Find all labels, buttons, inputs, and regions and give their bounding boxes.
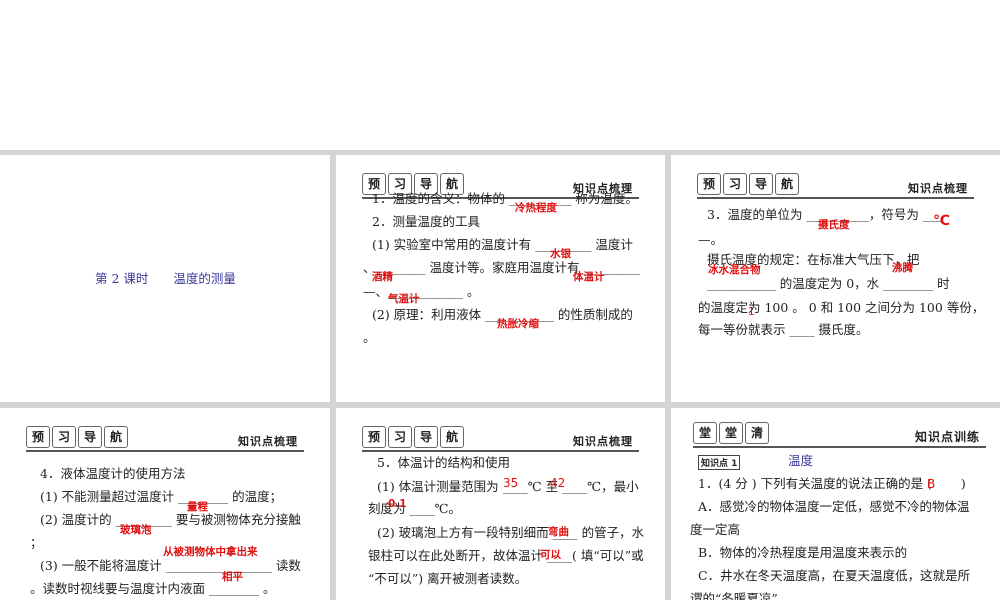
answer: 35	[503, 476, 519, 490]
answer: 体温计	[573, 271, 605, 283]
answer: 冰水混合物	[708, 264, 761, 276]
slide-2[interactable]: 预习导航 知识点梳理 1．温度的含义：物体的 __________ 称为温度。 …	[336, 155, 665, 402]
answer: 沸腾	[892, 262, 913, 274]
text-line: (3) 一般不能将温度计 _________________ 读数	[40, 558, 301, 573]
section-label: 知识点梳理	[908, 182, 968, 195]
answer: 1	[748, 306, 755, 318]
preview-badge: 预习导航	[362, 426, 466, 448]
option-a[interactable]: A．感觉冷的物体温度一定低，感觉不冷的物体温	[698, 498, 970, 516]
topic-title: 温度	[788, 453, 814, 468]
badge-char: 堂	[719, 422, 743, 444]
answer: 水银	[550, 248, 571, 260]
text-line: 的温度定为 100 。 0 和 100 之间分为 100 等份，	[698, 300, 985, 315]
text-line: —。	[698, 232, 724, 247]
badge-char: 导	[414, 426, 438, 448]
answer: B	[927, 477, 936, 491]
slide-1-title[interactable]: 第 2 课时 温度的测量	[0, 155, 330, 402]
answer: 从被测物体中拿出来	[163, 546, 258, 558]
answer: 量程	[187, 501, 208, 513]
slide-header: 预习导航 知识点梳理	[26, 426, 304, 452]
text-line: (1) 实验室中常用的温度计有 _________ 温度计	[372, 237, 633, 252]
badge-char: 导	[749, 173, 773, 195]
preview-badge: 预习导航	[697, 173, 801, 195]
badge-char: 习	[52, 426, 76, 448]
section-label: 知识点梳理	[573, 435, 633, 448]
answer: 相平	[222, 571, 243, 583]
text-line: (1) 不能测量超过温度计 ________ 的温度；	[40, 489, 283, 504]
slide-4[interactable]: 预习导航 知识点梳理 4．液体温度计的使用方法 (1) 不能测量超过温度计 __…	[0, 408, 330, 600]
answer: 可以	[540, 549, 561, 561]
text-line: ；	[30, 535, 43, 550]
section-label: 知识点梳理	[238, 435, 298, 448]
option-b[interactable]: B．物体的冷热程度是用温度来表示的	[698, 544, 907, 562]
answer: 摄氏度	[818, 219, 850, 231]
answer: 气温计	[388, 293, 420, 305]
badge-char: 预	[362, 426, 386, 448]
text-line: 度一定高	[690, 522, 741, 537]
answer: 弯曲	[548, 526, 569, 538]
answer: 42	[550, 476, 566, 490]
answer: 酒精	[372, 271, 393, 283]
slide-header: 预习导航 知识点梳理	[697, 173, 974, 199]
top-blank-area	[0, 0, 1000, 150]
answer: 冷热程度	[515, 202, 557, 214]
option-c[interactable]: C．井水在冬天温度高，在夏天温度低，这就是所	[698, 567, 970, 585]
badge-char: 航	[104, 426, 128, 448]
slide-header: 堂堂清 知识点训练	[693, 422, 986, 448]
answer: 0.1	[388, 498, 407, 510]
text-line: 1．温度的含义：物体的 __________ 称为温度。	[372, 191, 638, 206]
text-line: 2．测量温度的工具	[372, 214, 480, 229]
badge-char: 预	[26, 426, 50, 448]
text-line: “不可以”) 离开被测者读数。	[368, 571, 528, 586]
text-line: 刻度为 ____℃。	[368, 501, 461, 516]
text-line: 5．体温计的结构和使用	[377, 455, 510, 470]
badge-char: 航	[440, 426, 464, 448]
preview-badge: 预习导航	[26, 426, 130, 448]
lesson-title: 第 2 课时 温度的测量	[95, 271, 236, 286]
badge-char: 导	[78, 426, 102, 448]
text-line: 每一等份就表示 ____ 摄氏度。	[698, 322, 869, 337]
slide-6[interactable]: 堂堂清 知识点训练 知识点 1 温度 1．(4 分 ) 下列有关温度的说法正确的…	[671, 408, 1000, 600]
text-line: —、____________ 。	[363, 284, 480, 299]
slide-3[interactable]: 预习导航 知识点梳理 3．温度的单位为 __________，符号为 ___ —…	[671, 155, 1000, 402]
text-line: 谓的“冬暖夏凉”	[690, 591, 778, 600]
practice-badge: 堂堂清	[693, 422, 771, 444]
text-line: ___________ 的温度定为 0，水 ________ 时	[707, 276, 950, 291]
badge-char: 清	[745, 422, 769, 444]
answer: 热胀冷缩	[497, 318, 539, 330]
knowledge-point-tag: 知识点 1	[698, 455, 741, 470]
badge-char: 习	[723, 173, 747, 195]
badge-char: 堂	[693, 422, 717, 444]
section-label: 知识点训练	[914, 430, 980, 444]
answer: ℃	[933, 213, 950, 229]
slide-header: 预习导航 知识点梳理	[362, 426, 639, 452]
text-line: 4．液体温度计的使用方法	[40, 466, 186, 481]
slide-5[interactable]: 预习导航 知识点梳理 5．体温计的结构和使用 (1) 体温计测量范围为 ____…	[336, 408, 665, 600]
text-line: (2) 温度计的 _________ 要与被测物体充分接触	[40, 512, 301, 527]
answer: 玻璃泡	[120, 524, 152, 536]
text-line: (2) 玻璃泡上方有一段特别细而 ____ 的管子，水	[377, 525, 645, 540]
text-line: 。	[363, 330, 376, 345]
text-line: 银柱可以在此处断开，故体温计 ____( 填“可以”或	[368, 548, 644, 563]
badge-char: 航	[775, 173, 799, 195]
badge-char: 预	[697, 173, 721, 195]
question-line: 1．(4 分 ) 下列有关温度的说法正确的是 ( )	[698, 476, 966, 491]
badge-char: 习	[388, 426, 412, 448]
